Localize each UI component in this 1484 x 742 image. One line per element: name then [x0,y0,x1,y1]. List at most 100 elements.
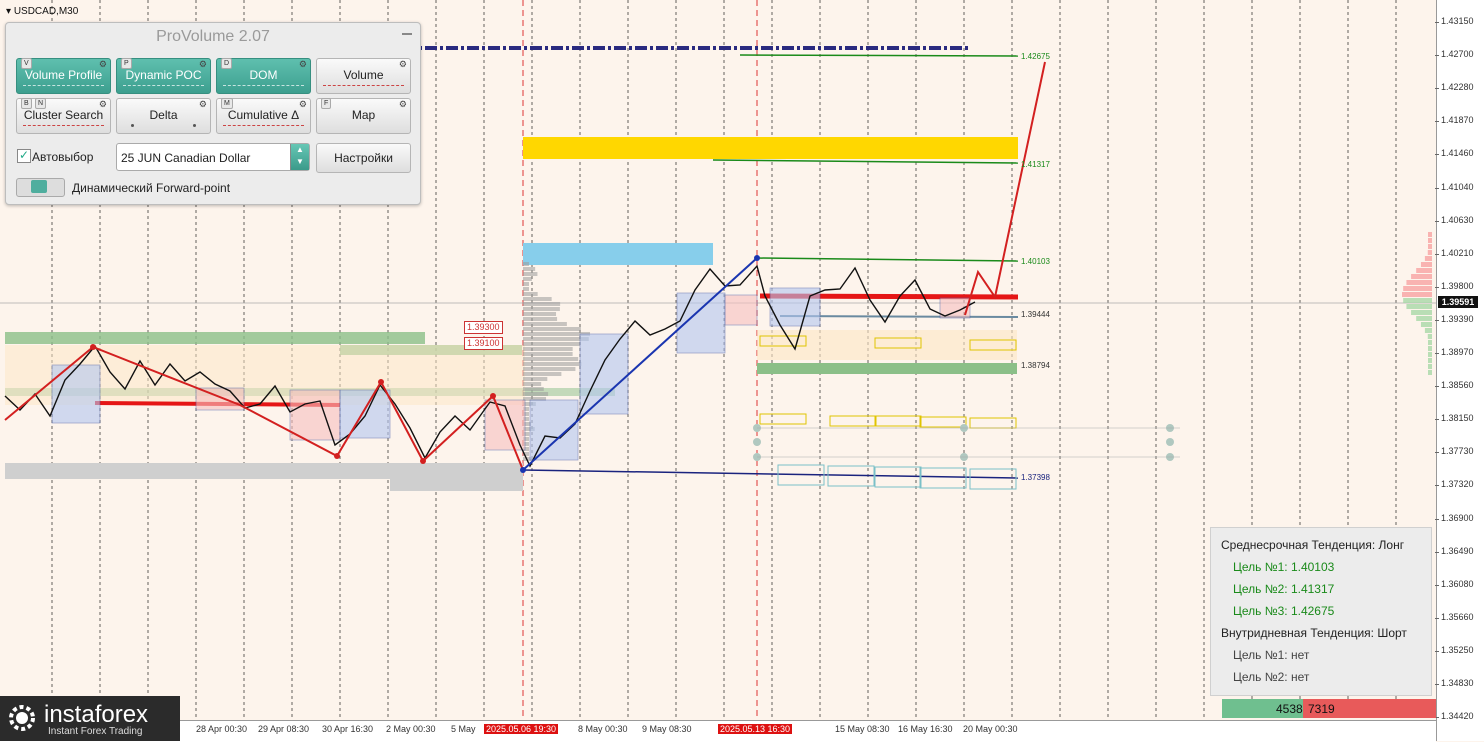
volume-profile-bar [523,382,542,386]
price-tick: 1.39800 [1435,280,1474,291]
gear-icon[interactable]: ⚙ [399,59,407,69]
dom-profile-bar [1403,286,1432,291]
volume-profile-bar [523,352,573,356]
swing-point [754,255,760,261]
outline-box [919,416,967,428]
outline-box [919,467,967,489]
price-tick: 1.38560 [1435,380,1474,391]
price-tick: 1.43150 [1435,16,1474,26]
volume-profile-bar [523,322,567,326]
auto-select-checkbox[interactable]: ✓ [17,149,31,163]
volume-profile-bar [523,317,558,321]
forward-point-toggle[interactable] [16,178,65,197]
swing-point [378,379,384,385]
button-label: DOM [249,68,278,82]
dynamic-poc-button[interactable]: P ⚙ Dynamic POC [116,58,211,94]
price-tick: 1.38150 [1435,413,1474,424]
session-box [724,294,758,326]
time-tick: 28 Apr 00:30 [196,724,248,734]
mid-trend-text: Среднесрочная Тенденция: Лонг [1221,538,1405,552]
logo-brand: instaforex [44,701,149,728]
spinner-icon[interactable]: ▲ ▼ [290,144,309,170]
delta-button[interactable]: ⚙ Delta [116,98,211,134]
volume-profile-bar [523,282,529,286]
volume-profile-bar [523,287,529,291]
trend-info-panel: Среднесрочная Тенденция: Лонг Цель №1: 1… [1210,527,1432,696]
dom-profile-bar [1406,280,1432,285]
volume-profile-button[interactable]: V ⚙ Volume Profile [16,58,111,94]
dom-profile-bar [1428,244,1432,249]
volume-profile-bar [523,372,562,376]
gear-icon[interactable]: ⚙ [299,99,307,109]
hotkey-badge: F [321,98,332,109]
volume-profile-bar [523,362,582,366]
outline-box [969,468,1017,490]
price-tick: 1.37730 [1435,446,1474,457]
dom-profile-bar [1402,292,1432,297]
dom-profile-bar [1416,316,1432,321]
level-line [522,469,1019,479]
level-label-l2: 1.38794 [1021,361,1050,370]
button-label: Cluster Search [23,108,104,122]
minimize-icon[interactable] [402,33,412,35]
zone-grey [390,479,523,491]
map-button[interactable]: F ⚙ Map [316,98,411,134]
intraday-target-1-text: Цель №1: нет [1233,648,1310,662]
volume-button[interactable]: ⚙ Volume [316,58,411,94]
dom-profile-bar [1428,346,1432,351]
session-box [339,389,391,439]
button-label: Cumulative Δ [227,108,300,122]
price-tick: 1.35250 [1435,644,1474,655]
target-1-text: Цель №1: 1.40103 [1233,560,1335,574]
dom-profile-bar [1406,304,1432,309]
dom-profile-bar [1428,364,1432,369]
price-tick: 1.34420 [1435,711,1474,722]
dom-profile-bar [1428,238,1432,243]
time-tick: 2025.05.06 19:30 [484,724,559,734]
price-tick: 1.36080 [1435,578,1474,589]
cumulative-delta-button[interactable]: M ⚙ Cumulative Δ [216,98,311,134]
level-line [712,159,1019,164]
provolume-panel[interactable]: ProVolume 2.07 V ⚙ Volume Profile P ⚙ Dy… [5,22,421,205]
volume-profile-bar [523,267,536,271]
cluster-search-button[interactable]: B N ⚙ Cluster Search [16,98,111,134]
forward-point-label: Динамический Forward-point [72,181,231,195]
time-axis: 28 Apr 00:30 29 Apr 08:30 30 Apr 16:30 2 Ma… [0,720,1436,742]
zone-blue [523,243,713,265]
level-label-l1: 1.39444 [1021,310,1050,319]
price-tick: 1.42700 [1435,49,1474,60]
time-tick: 8 May 00:30 [578,724,628,734]
dom-profile-bar [1411,310,1432,315]
outline-box [759,413,807,425]
outline-box [829,415,877,427]
logo-gear-icon [9,705,35,731]
gear-icon[interactable]: ⚙ [399,99,407,109]
dom-button[interactable]: D ⚙ DOM [216,58,311,94]
gear-icon[interactable]: ⚙ [299,59,307,69]
target-2-text: Цель №2: 1.41317 [1233,582,1335,596]
instaforex-logo: instaforex Instant Forex Trading [0,696,180,741]
swing-point [420,458,426,464]
sell-volume-value: 7319 [1308,702,1335,716]
level-line [739,54,1019,57]
auto-select-label: Автовыбор [32,150,94,164]
volume-profile-bar [523,272,538,276]
time-tick: 9 May 08:30 [642,724,692,734]
level-label-t1: 1.40103 [1021,257,1050,266]
dom-profile-bar [1416,268,1432,273]
volume-profile-bar [523,392,549,396]
buy-volume-value: 4538 [1276,702,1303,716]
button-label: Dynamic POC [125,68,202,82]
time-tick: 16 May 16:30 [898,724,953,734]
time-tick: 30 Apr 16:30 [322,724,374,734]
instrument-select[interactable]: 25 JUN Canadian Dollar ▲ ▼ [116,143,310,171]
zone-green [5,332,425,344]
level-box-2: 1.39100 [464,337,503,350]
volume-balance-bar: 4538 7319 [1222,699,1436,718]
panel-title: ProVolume 2.07 [156,28,270,45]
price-tick: 1.42280 [1435,82,1474,93]
gear-icon[interactable]: ⚙ [199,99,207,109]
zone-grey [5,463,523,479]
zone-green [757,363,1017,374]
settings-button[interactable]: Настройки [316,143,411,173]
